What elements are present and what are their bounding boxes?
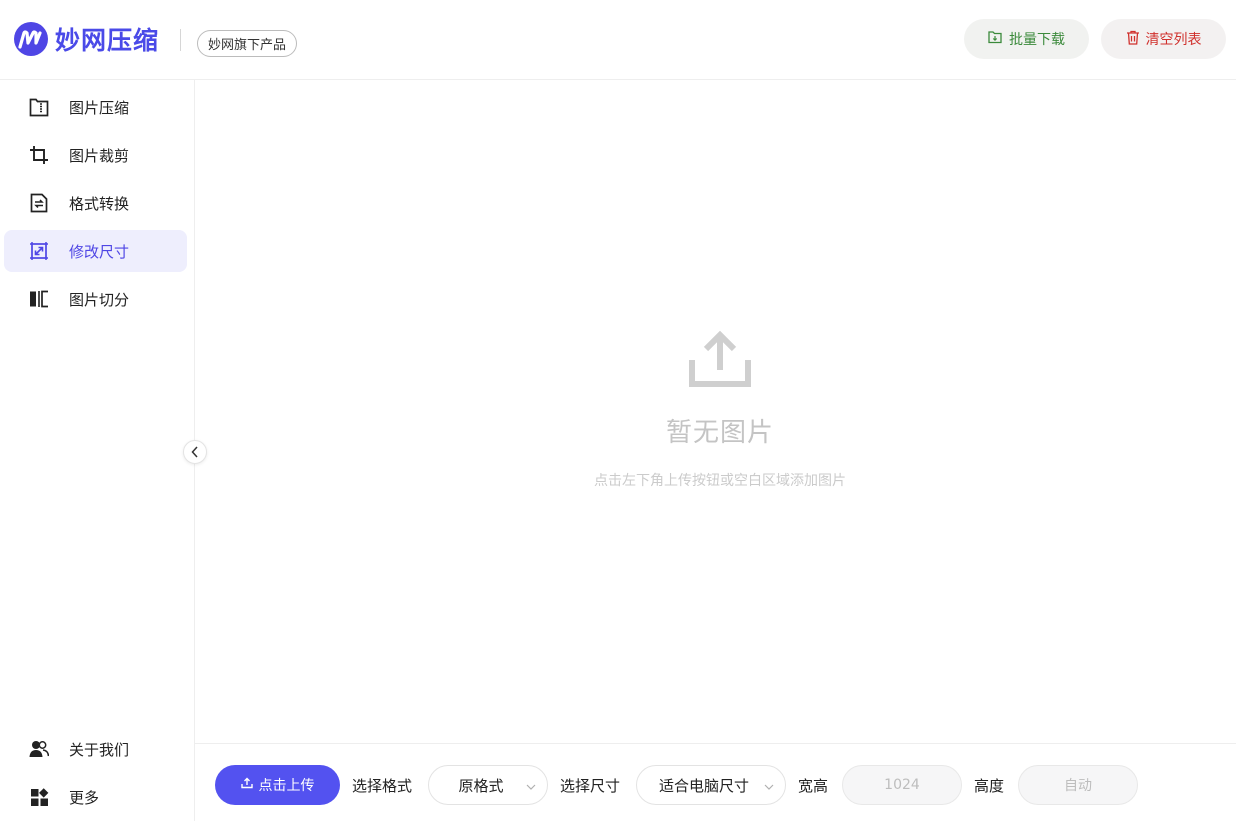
sidebar-item-label: 修改尺寸 xyxy=(69,242,130,261)
folder-download-icon xyxy=(988,30,1003,48)
upload-button[interactable]: 点击上传 xyxy=(215,765,340,805)
batch-download-label: 批量下载 xyxy=(1009,32,1065,48)
sidebar-item-label: 图片切分 xyxy=(69,290,130,309)
sidebar: 图片压缩 图片裁剪 格式转换 修改尺寸 图片切分 关于我们 更多 xyxy=(0,80,195,821)
convert-icon xyxy=(28,192,50,214)
empty-subtitle: 点击左下角上传按钮或空白区域添加图片 xyxy=(594,473,846,489)
clear-list-button[interactable]: 清空列表 xyxy=(1101,19,1226,59)
split-icon xyxy=(28,288,50,310)
logo-text: 妙网压缩 xyxy=(55,26,160,55)
sidebar-item-crop[interactable]: 图片裁剪 xyxy=(4,134,187,176)
app-header: 妙网压缩 妙网旗下产品 批量下载 清空列表 xyxy=(0,0,1236,80)
resize-icon xyxy=(28,240,50,262)
clear-list-label: 清空列表 xyxy=(1145,32,1202,48)
size-label: 选择尺寸 xyxy=(560,777,621,795)
sidebar-item-convert[interactable]: 格式转换 xyxy=(4,182,187,224)
sidebar-item-label: 格式转换 xyxy=(69,194,130,213)
chevron-down-icon xyxy=(763,779,775,797)
upload-small-icon xyxy=(240,777,253,793)
image-drop-area[interactable]: 暂无图片 点击左下角上传按钮或空白区域添加图片 xyxy=(195,80,1236,743)
trash-icon xyxy=(1126,30,1140,49)
sidebar-item-about[interactable]: 关于我们 xyxy=(4,728,187,770)
sidebar-item-split[interactable]: 图片切分 xyxy=(4,278,187,320)
users-icon xyxy=(28,738,50,760)
upload-icon xyxy=(688,330,752,394)
width-label: 宽高 xyxy=(798,777,829,795)
batch-download-button[interactable]: 批量下载 xyxy=(964,19,1089,59)
crop-icon xyxy=(28,144,50,166)
format-select[interactable]: 原格式 xyxy=(428,765,548,805)
brand-badge[interactable]: 妙网旗下产品 xyxy=(197,30,298,57)
sidebar-item-more[interactable]: 更多 xyxy=(4,776,187,818)
width-input[interactable]: 1024 xyxy=(842,765,962,805)
sidebar-item-label: 更多 xyxy=(69,788,100,807)
sidebar-item-label: 图片裁剪 xyxy=(69,146,130,165)
sidebar-item-label: 图片压缩 xyxy=(69,98,130,117)
compress-icon xyxy=(28,96,50,118)
upload-label: 点击上传 xyxy=(258,778,315,794)
height-label: 高度 xyxy=(974,777,1005,795)
bottom-toolbar: 点击上传 选择格式 原格式 选择尺寸 适合电脑尺寸 宽高 1024 高度 自动 xyxy=(195,743,1236,821)
height-input[interactable]: 自动 xyxy=(1018,765,1138,805)
sidebar-item-compress[interactable]: 图片压缩 xyxy=(4,86,187,128)
logo[interactable]: 妙网压缩 xyxy=(14,21,159,57)
format-label: 选择格式 xyxy=(352,777,413,795)
logo-mark-icon xyxy=(14,22,48,56)
empty-title: 暂无图片 xyxy=(665,418,774,448)
size-select[interactable]: 适合电脑尺寸 xyxy=(636,765,786,805)
apps-icon xyxy=(28,786,50,808)
sidebar-item-label: 关于我们 xyxy=(69,740,130,759)
chevron-down-icon xyxy=(525,779,537,797)
header-divider xyxy=(180,29,181,51)
sidebar-item-resize[interactable]: 修改尺寸 xyxy=(4,230,187,272)
